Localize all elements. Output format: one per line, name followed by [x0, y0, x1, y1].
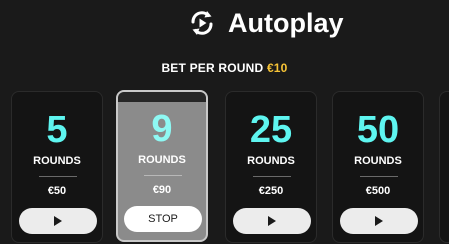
start-autoplay-button[interactable] — [233, 208, 311, 234]
card-divider — [39, 176, 77, 177]
rounds-card-5[interactable]: 5 ROUNDS €50 — [11, 91, 103, 243]
rounds-count: 5 — [46, 109, 68, 151]
total-amount: €250 — [258, 185, 284, 197]
rounds-label: ROUNDS — [247, 155, 295, 167]
rounds-options: 5 ROUNDS €50 9 ROUNDS €90 STOP 25 ROUNDS… — [0, 90, 449, 244]
bet-per-round: BET PER ROUND €10 — [0, 61, 449, 75]
start-autoplay-button[interactable] — [340, 208, 418, 234]
card-divider — [144, 175, 182, 176]
rounds-card-25[interactable]: 25 ROUNDS €250 — [225, 91, 317, 243]
play-icon — [54, 216, 62, 226]
play-icon — [375, 216, 383, 226]
autoplay-cycle-icon — [191, 11, 213, 35]
rounds-count: 50 — [356, 109, 400, 151]
autoplay-header: Autoplay — [0, 0, 449, 44]
bet-label: BET PER ROUND — [161, 61, 264, 75]
total-amount: €50 — [47, 185, 67, 197]
rounds-label: ROUNDS — [354, 155, 402, 167]
rounds-card-50[interactable]: 50 ROUNDS €500 — [332, 91, 424, 243]
total-amount: €90 — [152, 184, 172, 196]
bet-value: €10 — [266, 61, 288, 75]
rounds-label: ROUNDS — [33, 155, 81, 167]
play-icon — [268, 216, 276, 226]
start-autoplay-button[interactable] — [19, 208, 97, 234]
autoplay-panel: Autoplay BET PER ROUND €10 5 ROUNDS €50 … — [0, 0, 449, 244]
total-amount: €500 — [365, 185, 391, 197]
card-divider — [253, 176, 291, 177]
rounds-count: 25 — [249, 109, 293, 151]
rounds-count: 9 — [151, 108, 173, 150]
rounds-label: ROUNDS — [138, 154, 186, 166]
stop-autoplay-button[interactable]: STOP — [124, 206, 202, 232]
rounds-card-partial[interactable] — [439, 91, 449, 243]
card-divider — [360, 176, 398, 177]
title-group: Autoplay — [186, 6, 344, 40]
page-title: Autoplay — [228, 8, 344, 38]
rounds-card-9[interactable]: 9 ROUNDS €90 STOP — [116, 90, 208, 242]
card-top-bar — [118, 92, 206, 102]
